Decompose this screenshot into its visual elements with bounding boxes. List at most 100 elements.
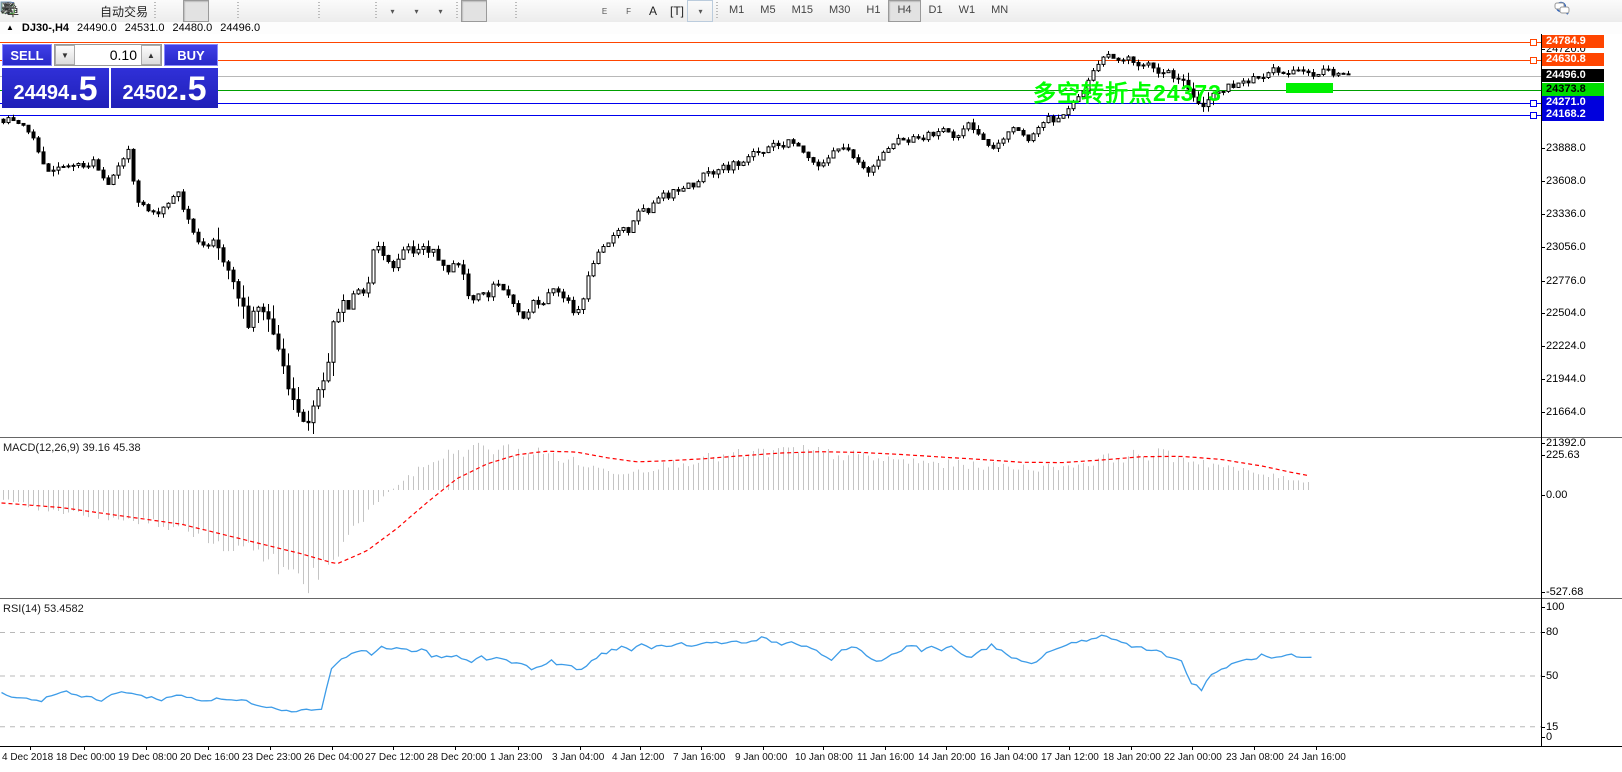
line-drag-handle[interactable]: [1530, 112, 1537, 119]
ohlc-high: 24531.0: [124, 22, 165, 34]
time-axis-label: 18 Dec 00:00: [56, 752, 116, 763]
time-axis-label: 11 Jan 16:00: [857, 752, 915, 763]
trend-line-button[interactable]: [1, 1, 592, 21]
cursor-button[interactable]: [4, 0, 488, 22]
time-axis-tick: [1069, 747, 1070, 750]
bar-chart-button[interactable]: [3, 1, 183, 21]
candlestick-chart-button[interactable]: [2, 0, 210, 22]
price-axis-tick: [1541, 148, 1545, 149]
text-tool-button[interactable]: A: [640, 1, 664, 21]
price-axis-label: 21392.0: [1546, 437, 1586, 449]
time-axis-tick: [146, 747, 147, 750]
time-axis-tick: [1316, 747, 1317, 750]
rsi-chart[interactable]: [0, 601, 1541, 745]
dropdown-arrow-icon: ▾: [438, 6, 443, 16]
price-axis-line: [1541, 34, 1542, 746]
price-line-tag: 24630.8: [1542, 53, 1604, 66]
text-label-button[interactable]: [T]: [664, 1, 688, 21]
chart-shift-button[interactable]: [2, 1, 371, 21]
auto-trading-button[interactable]: 自动交易: [2, 1, 150, 21]
price-axis-label: 22504.0: [1546, 307, 1586, 319]
periods-button[interactable]: ▾: [2, 1, 428, 21]
rsi-axis-tick: [1541, 632, 1545, 633]
toolbar-separator: [372, 2, 380, 20]
time-axis-tick: [270, 747, 271, 750]
fibonacci-button-label: F: [626, 6, 631, 16]
tile-windows-button[interactable]: [2, 1, 314, 21]
timeframe-m5-button[interactable]: M5: [752, 1, 783, 21]
chat-button[interactable]: [1554, 1, 1616, 21]
buy-price-box[interactable]: 24502 .5: [111, 68, 218, 108]
price-axis-label: 23608.0: [1546, 175, 1586, 187]
one-click-trading-widget: SELL ▼ ▲ BUY 24494 .5 24502 .5: [2, 44, 218, 108]
zoom-in-button[interactable]: [2, 1, 266, 21]
candlestick-chart[interactable]: [0, 34, 1541, 437]
line-drag-handle[interactable]: [1530, 57, 1537, 64]
macd-axis-tick: [1541, 495, 1545, 496]
crosshair-button[interactable]: [2, 1, 511, 21]
price-axis-tick: [1541, 49, 1545, 50]
channel-button[interactable]: E: [0, 1, 616, 21]
rsi-panel[interactable]: RSI(14) 53.4582: [0, 601, 1622, 745]
timeframe-mn-button[interactable]: MN: [983, 1, 1016, 21]
ohlc-open: 24490.0: [77, 22, 117, 34]
text-tool-button-label: A: [649, 4, 658, 18]
timeframe-d1-button[interactable]: D1: [921, 1, 951, 21]
time-axis-label: 18 Jan 20:00: [1103, 752, 1161, 763]
auto-scroll-button[interactable]: [2, 1, 347, 21]
timeframe-h4-button[interactable]: H4: [888, 0, 921, 22]
price-chart-panel[interactable]: SELL ▼ ▲ BUY 24494 .5 24502 .5 多空转折点: [0, 34, 1622, 437]
highlight-rectangle[interactable]: [1286, 83, 1333, 93]
buy-button[interactable]: BUY: [164, 44, 218, 66]
time-axis[interactable]: 4 Dec 2018 18 Dec 00:00 19 Dec 08:00 20 Dec…: [0, 746, 1622, 772]
timeframe-mn-button-label: MN: [991, 4, 1009, 16]
time-axis-tick: [640, 747, 641, 750]
volume-decrease-button[interactable]: ▼: [55, 45, 75, 65]
rsi-axis-label: 80: [1546, 626, 1559, 638]
price-line-tag: 24784.9: [1542, 35, 1604, 48]
time-axis-label: 17 Jan 12:00: [1041, 752, 1099, 763]
timeframe-w1-button-label: W1: [958, 4, 976, 16]
macd-chart[interactable]: [0, 440, 1541, 598]
sell-price-box[interactable]: 24494 .5: [2, 68, 109, 108]
horizontal-line-button[interactable]: [2, 1, 568, 21]
price-axis-tick: [1541, 313, 1545, 314]
line-drag-handle[interactable]: [1530, 39, 1537, 46]
price-axis-label: 21664.0: [1546, 406, 1586, 418]
timeframe-h1-button[interactable]: H1: [858, 1, 888, 21]
price-axis-tick: [1541, 443, 1545, 444]
rsi-axis-label: 0: [1546, 731, 1553, 743]
buy-price-fraction: .5: [178, 70, 207, 108]
fibonacci-button[interactable]: F: [2, 1, 640, 21]
timeframe-m1-button[interactable]: M1: [721, 1, 752, 21]
signals-button[interactable]: [2, 1, 96, 21]
market-watch-button[interactable]: [1, 1, 48, 21]
time-axis-label: 20 Dec 16:00: [180, 752, 240, 763]
toolbar-separator: [453, 2, 461, 20]
timeframe-m15-button[interactable]: M15: [784, 1, 821, 21]
time-axis-label: 10 Jan 08:00: [795, 752, 853, 763]
macd-panel[interactable]: MACD(12,26,9) 39.16 45.38: [0, 440, 1622, 598]
data-window-button[interactable]: [1, 1, 72, 21]
time-axis-tick: [332, 747, 333, 750]
volume-input[interactable]: [75, 45, 141, 65]
zoom-out-button[interactable]: [2, 1, 290, 21]
macd-axis-label: -527.68: [1546, 586, 1584, 598]
time-axis-tick: [84, 747, 85, 750]
timeframe-h4-button-label: H4: [897, 4, 912, 16]
volume-increase-button[interactable]: ▲: [141, 45, 161, 65]
line-drag-handle[interactable]: [1530, 100, 1537, 107]
timeframe-m1-button-label: M1: [729, 4, 745, 16]
sell-button[interactable]: SELL: [2, 44, 52, 66]
vertical-line-button[interactable]: [7, 1, 544, 21]
time-axis-label: 24 Jan 16:00: [1288, 752, 1346, 763]
line-chart-button[interactable]: [1, 1, 233, 21]
templates-button[interactable]: ▾: [1, 1, 452, 21]
time-axis-label: 27 Dec 12:00: [365, 752, 425, 763]
arrows-button[interactable]: ▾: [3, 0, 714, 22]
timeframe-d1-button-label: D1: [928, 4, 943, 16]
timeframe-m30-button[interactable]: M30: [821, 1, 858, 21]
timeframe-w1-button[interactable]: W1: [951, 1, 984, 21]
time-axis-tick: [701, 747, 702, 750]
indicators-button[interactable]: ▾: [0, 1, 404, 21]
